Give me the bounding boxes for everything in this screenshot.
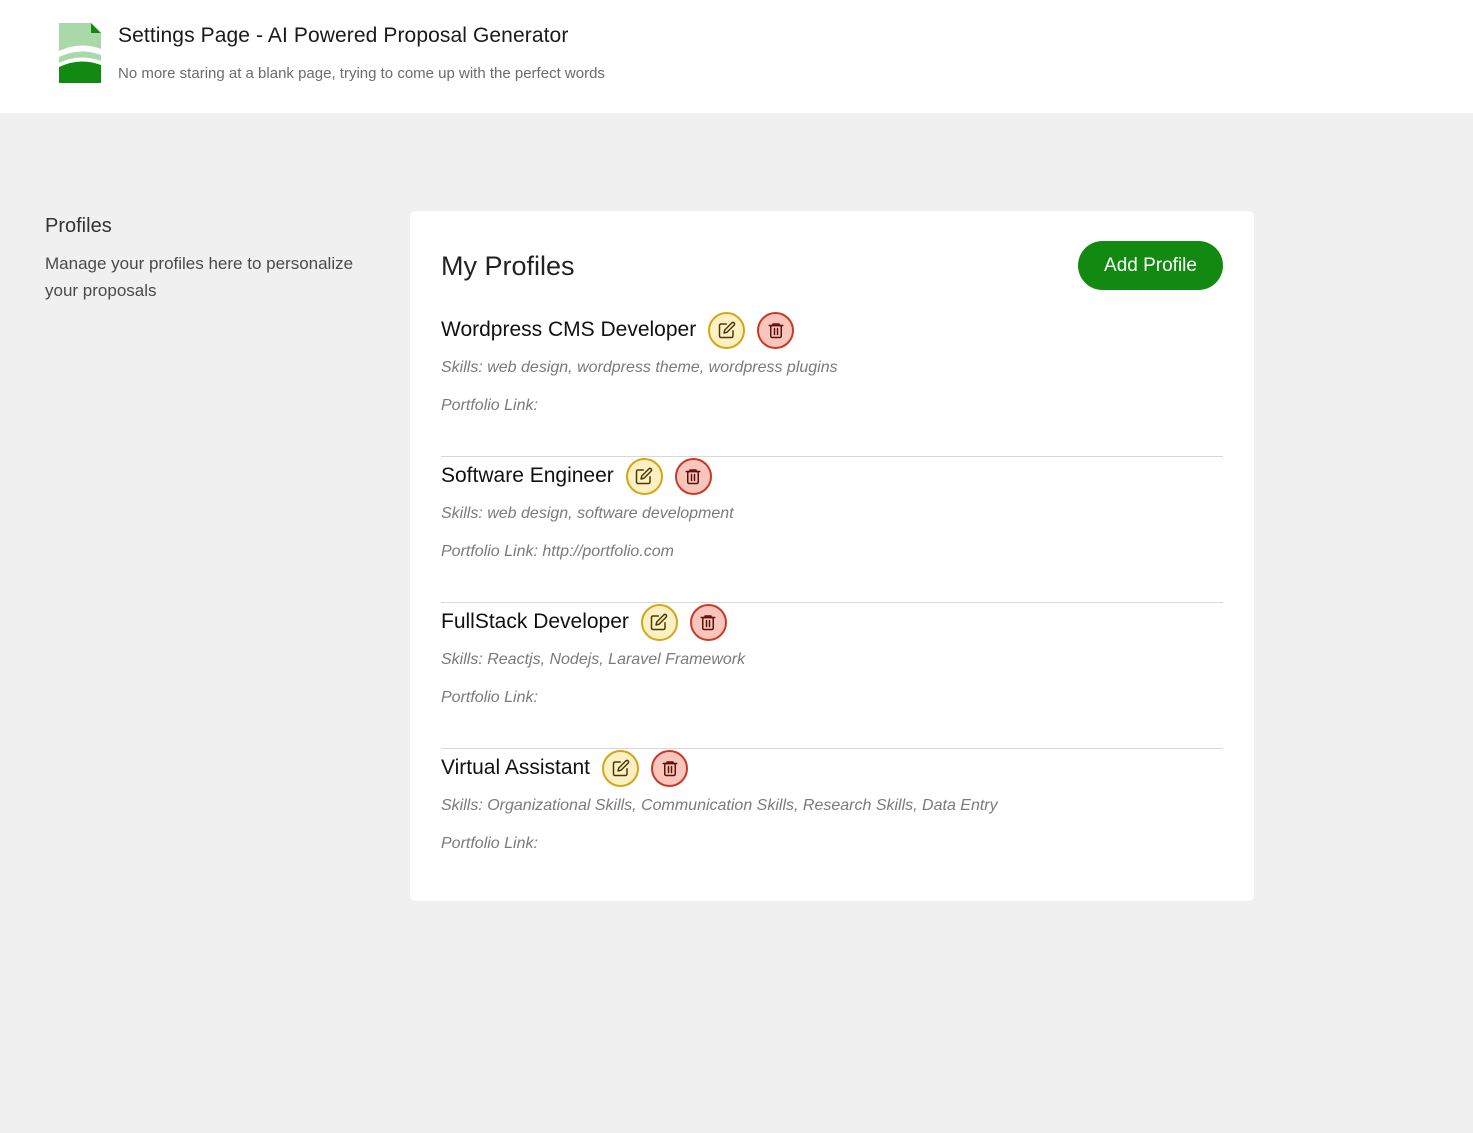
profile-header: FullStack Developer [441,603,739,641]
trash-icon [700,615,716,631]
delete-profile-button[interactable] [651,749,689,787]
profile-skills: Skills: Reactjs, Nodejs, Laravel Framewo… [441,651,746,668]
trash-icon [768,323,784,339]
profile-portfolio-link: Portfolio Link: http://portfolio.com [441,543,674,560]
page-title: Settings Page - AI Powered Proposal Gene… [118,24,569,47]
profile-item: Virtual Assistant Skills: Organizational… [441,749,1223,895]
edit-profile-button[interactable] [602,749,640,787]
edit-icon [718,321,736,339]
profile-name: Software Engineer [441,464,614,487]
profile-skills: Skills: web design, software development [441,505,734,522]
profile-item: FullStack Developer Skills: Reactjs, Nod… [441,603,1223,749]
profile-portfolio-link: Portfolio Link: [441,397,538,414]
sidebar-title: Profiles [45,215,112,237]
page-subtitle: No more staring at a blank page, trying … [118,65,605,82]
profiles-card: My Profiles Add Profile Wordpress CMS De… [410,211,1254,901]
add-profile-button[interactable]: Add Profile [1078,241,1223,290]
edit-icon [612,759,629,777]
sidebar-description: Manage your profiles here to personalize… [45,254,354,300]
delete-profile-button[interactable] [689,603,727,641]
delete-profile-button[interactable] [757,311,795,349]
profiles-sidebar: Profiles Manage your profiles here to pe… [45,215,365,304]
document-logo-icon [59,23,101,83]
profile-header: Virtual Assistant [441,749,700,787]
profile-skills: Skills: web design, wordpress theme, wor… [441,359,838,376]
edit-profile-button[interactable] [708,311,746,349]
profile-item: Software Engineer Skills: web design, so… [441,457,1223,603]
profile-name: Wordpress CMS Developer [441,318,697,341]
delete-profile-button[interactable] [674,457,712,495]
edit-icon [636,467,653,485]
profile-skills: Skills: Organizational Skills, Communica… [441,797,998,814]
app-header: Settings Page - AI Powered Proposal Gene… [0,0,1473,113]
my-profiles-heading: My Profiles [441,251,575,281]
trash-icon [685,469,701,485]
profile-portfolio-link: Portfolio Link: [441,835,538,852]
profile-header: Wordpress CMS Developer [441,311,806,349]
profile-header: Software Engineer [441,457,724,495]
trash-icon [662,761,678,777]
edit-profile-button[interactable] [640,603,678,641]
profile-name: FullStack Developer [441,610,629,633]
profile-name: Virtual Assistant [441,756,591,779]
edit-profile-button[interactable] [625,457,663,495]
edit-icon [651,613,668,631]
profile-item: Wordpress CMS Developer Skills: web desi… [441,311,1223,457]
profile-portfolio-link: Portfolio Link: [441,689,538,706]
